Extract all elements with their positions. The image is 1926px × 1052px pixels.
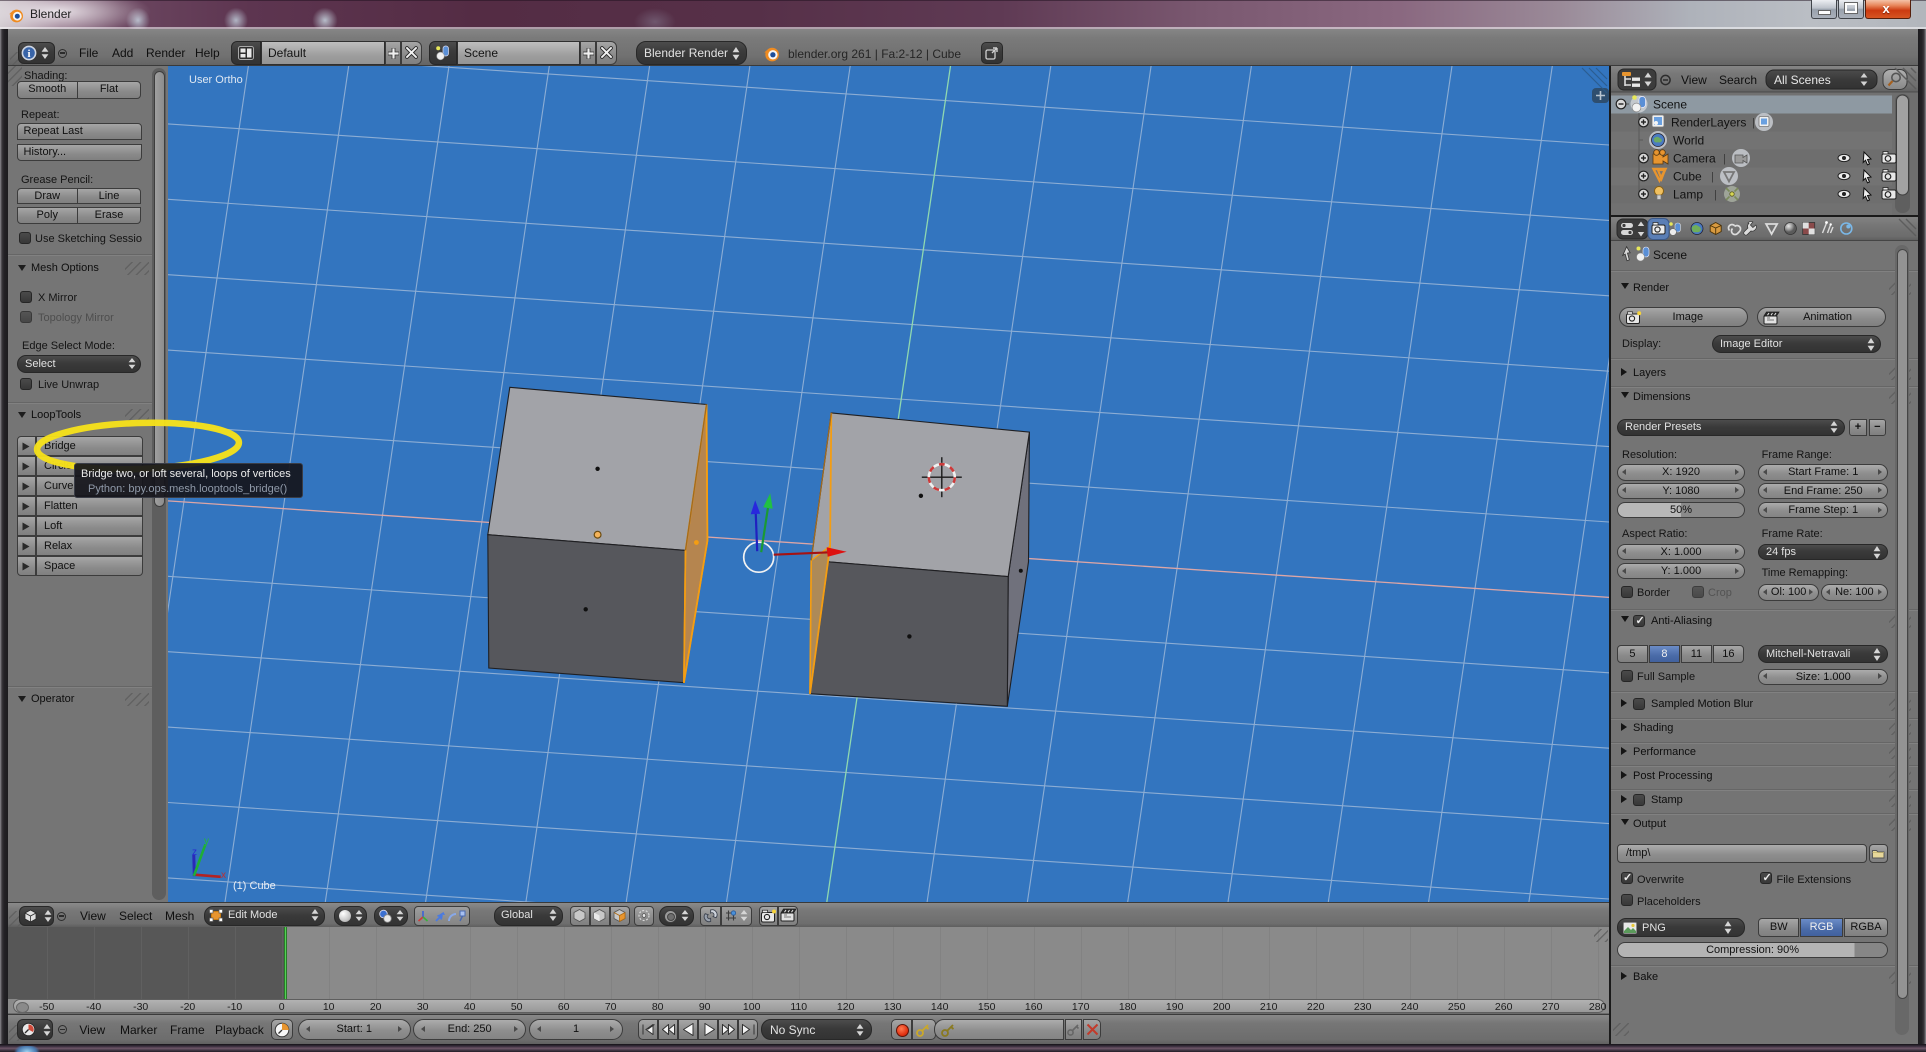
svg-text:|: |	[1714, 189, 1717, 201]
svg-text:Cube: Cube	[1673, 170, 1702, 184]
svg-text:User Ortho: User Ortho	[189, 74, 243, 86]
svg-text:i: i	[27, 48, 30, 60]
svg-text:|: |	[1723, 153, 1726, 165]
svg-text:Lamp: Lamp	[1673, 188, 1703, 202]
svg-text:Camera: Camera	[1673, 152, 1716, 166]
svg-text:y: y	[204, 836, 209, 847]
svg-text:Scene: Scene	[1653, 98, 1687, 112]
svg-text:x: x	[221, 870, 226, 881]
svg-text:Search: Search	[1719, 73, 1757, 87]
svg-text:z: z	[192, 847, 197, 858]
svg-text:World: World	[1673, 134, 1704, 148]
svg-text:All Scenes: All Scenes	[1774, 73, 1831, 87]
svg-text:Scene: Scene	[1653, 248, 1687, 262]
svg-text:RenderLayers: RenderLayers	[1671, 116, 1746, 130]
svg-text:View: View	[1681, 73, 1707, 87]
svg-text:(1) Cube: (1) Cube	[233, 880, 276, 892]
svg-text:|: |	[1752, 117, 1755, 129]
svg-text:|: |	[1711, 171, 1714, 183]
